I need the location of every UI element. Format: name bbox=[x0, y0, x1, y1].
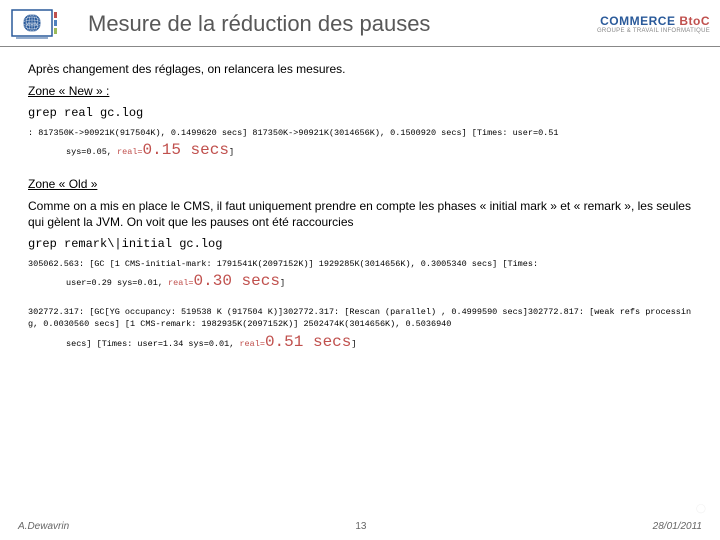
grep-old-command: grep remark\|initial gc.log bbox=[28, 236, 692, 252]
footer-author: A.Dewavrin bbox=[18, 521, 69, 532]
watermark-logo: ◯ bbox=[696, 503, 706, 514]
gc-old2-cont: secs] [Times: user=1.34 sys=0.01, bbox=[66, 339, 239, 349]
logo-right: COMMERCE BtoC GROUPE & TRAVAIL INFORMATI… bbox=[597, 14, 710, 34]
gc-output-new: : 817350K->90921K(917504K), 0.1499620 se… bbox=[28, 128, 692, 162]
slide-title: Mesure de la réduction des pauses bbox=[88, 11, 597, 37]
gc-old1-bracket: ] bbox=[280, 278, 285, 288]
gc-old2-real-value: 0.51 secs bbox=[265, 333, 351, 351]
zone-old-label: Zone « Old » bbox=[28, 176, 692, 192]
brand-tagline: GROUPE & TRAVAIL INFORMATIQUE bbox=[597, 28, 710, 34]
gc-new-pre: : 817350K->90921K(917504K), 0.1499620 se… bbox=[28, 128, 559, 138]
logo-left: WWW bbox=[10, 6, 58, 42]
grep-new-command: grep real gc.log bbox=[28, 105, 692, 121]
gc-old2-pre: 302772.317: [GC[YG occupancy: 519538 K (… bbox=[28, 307, 691, 329]
slide-body: Après changement des réglages, on relanc… bbox=[0, 47, 720, 353]
slide-header: WWW Mesure de la réduction des pauses CO… bbox=[0, 0, 720, 47]
zone-new-label: Zone « New » : bbox=[28, 83, 692, 99]
gc-new-cont: sys=0.05, bbox=[66, 147, 117, 157]
gc-old1-real-value: 0.30 secs bbox=[194, 272, 280, 290]
slide-footer: A.Dewavrin 13 28/01/2011 bbox=[0, 521, 720, 532]
gc-new-real-value: 0.15 secs bbox=[143, 141, 229, 159]
svg-text:WWW: WWW bbox=[26, 21, 38, 26]
brand-left: COMMERCE bbox=[600, 14, 675, 28]
footer-date: 28/01/2011 bbox=[653, 521, 702, 532]
gc-old1-real-label: real= bbox=[168, 278, 194, 288]
intro-text: Après changement des réglages, on relanc… bbox=[28, 61, 692, 77]
footer-page: 13 bbox=[355, 521, 366, 532]
gc-old2-real-label: real= bbox=[239, 339, 265, 349]
gc-output-old2: 302772.317: [GC[YG occupancy: 519538 K (… bbox=[28, 307, 692, 353]
old-explain: Comme on a mis en place le CMS, il faut … bbox=[28, 198, 692, 230]
gc-new-real-label: real= bbox=[117, 147, 143, 157]
gc-old1-cont: user=0.29 sys=0.01, bbox=[66, 278, 168, 288]
gc-output-old1: 305062.563: [GC [1 CMS-initial-mark: 179… bbox=[28, 259, 692, 293]
brand-right: BtoC bbox=[679, 14, 710, 28]
gc-old1-pre: 305062.563: [GC [1 CMS-initial-mark: 179… bbox=[28, 259, 538, 269]
gc-new-bracket: ] bbox=[229, 147, 234, 157]
gc-old2-bracket: ] bbox=[351, 339, 356, 349]
